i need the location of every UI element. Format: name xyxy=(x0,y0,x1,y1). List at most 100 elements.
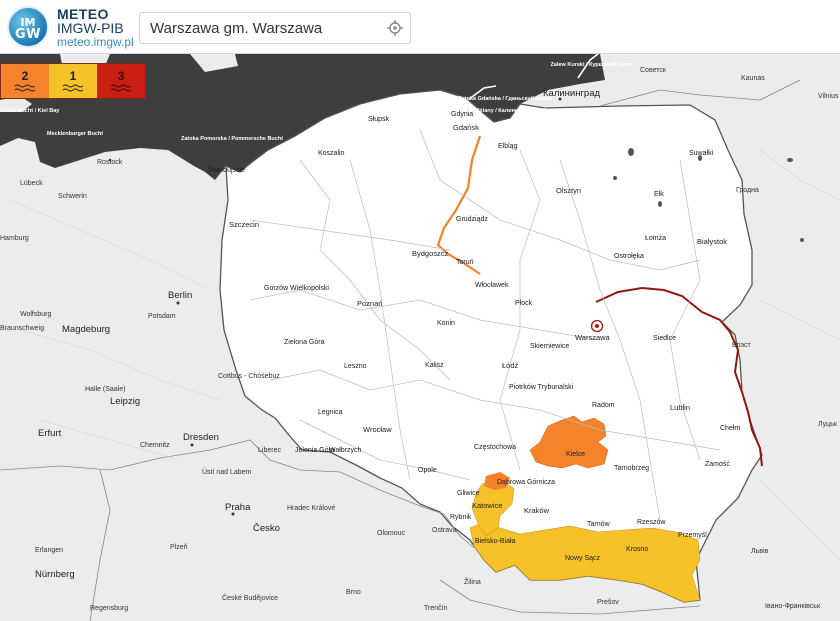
city-lubeck: Lübeck xyxy=(20,180,43,187)
city-opole: Opole xyxy=(418,467,437,474)
city-kaliningrad: Калининград xyxy=(543,88,600,99)
city-erlangen: Erlangen xyxy=(35,547,63,554)
city-czestochowa: Częstochowa xyxy=(474,444,516,451)
warning-legend[interactable]: 2 1 3 xyxy=(0,63,146,99)
city-gdansk: Gdańsk xyxy=(453,123,479,132)
city-olsztyn: Olsztyn xyxy=(556,186,581,195)
city-berlin: Berlin xyxy=(168,290,192,301)
crosshair-icon xyxy=(387,20,403,36)
warnings-map[interactable]: Kieler Bucht / Kiel Bay Mecklenburger Bu… xyxy=(0,53,840,621)
waves-icon xyxy=(14,84,36,92)
city-sovetsk: Советск xyxy=(640,67,667,74)
city-trencin: Trenčín xyxy=(424,605,448,612)
city-ostrava: Ostrava xyxy=(432,527,457,534)
city-kaunas: Kaunas xyxy=(741,75,765,82)
city-slupsk: Słupsk xyxy=(368,116,390,123)
city-tarnow: Tarnów xyxy=(587,521,611,528)
city-regensburg: Regensburg xyxy=(90,605,128,612)
search-value: Warszawa gm. Warszawa xyxy=(150,20,323,37)
city-leipzig: Leipzig xyxy=(110,396,140,407)
sea-label-kurska: Zalew Kurski / Куршский залив xyxy=(551,61,634,68)
city-ostroleka: Ostrołęka xyxy=(614,253,644,260)
city-potsdam: Potsdam xyxy=(148,313,176,320)
legend-level-label: 1 xyxy=(69,69,77,83)
city-koszalin: Koszalin xyxy=(318,150,345,157)
city-radom: Radom xyxy=(592,402,615,409)
city-hradec: Hradec Králové xyxy=(287,505,335,512)
city-lviv: Львів xyxy=(751,547,769,555)
legend-level-label: 3 xyxy=(117,69,125,83)
city-tarnobrzeg: Tarnobrzeg xyxy=(614,465,649,472)
city-brest: Брэст xyxy=(732,342,752,349)
city-gdynia: Gdynia xyxy=(451,111,473,118)
city-wolfsburg: Wolfsburg xyxy=(20,311,51,318)
legend-level-2[interactable]: 2 xyxy=(1,64,49,98)
city-nowy-sacz: Nowy Sącz xyxy=(565,555,601,562)
city-krakow: Kraków xyxy=(524,506,550,515)
city-szczecin: Szczecin xyxy=(229,220,259,229)
city-grudziadz: Grudziądz xyxy=(456,216,488,223)
city-halle: Halle (Saale) xyxy=(85,386,125,393)
city-presov: Prešov xyxy=(597,599,619,606)
city-lublin: Lublin xyxy=(670,403,690,412)
city-bialystok: Białystok xyxy=(697,237,727,246)
city-magdeburg: Magdeburg xyxy=(62,324,110,335)
city-kielce: Kielce xyxy=(566,451,585,458)
location-marker[interactable] xyxy=(590,319,604,333)
city-ivano: Івано-Франківськ xyxy=(765,602,821,610)
city-torun: Toruń xyxy=(456,259,474,266)
city-katowice: Katowice xyxy=(472,501,502,510)
city-budejovice: České Budějovice xyxy=(222,593,278,602)
city-poznan: Poznań xyxy=(357,299,382,308)
city-lutsk: Луцьк xyxy=(818,421,838,428)
imgw-logo[interactable]: IM GW xyxy=(7,6,49,48)
city-zilina: Žilina xyxy=(464,577,481,586)
city-hrodna: Гродна xyxy=(736,187,759,194)
city-vilnius: Vilnius xyxy=(818,93,839,100)
locate-button[interactable] xyxy=(380,13,410,43)
legend-level-label: 2 xyxy=(21,69,29,83)
city-elk: Ełk xyxy=(654,191,664,198)
city-zielona-gora: Zielona Góra xyxy=(284,339,325,346)
city-jelenia: Jelenia Góra xyxy=(295,447,335,454)
city-nurnberg: Nürnberg xyxy=(35,569,75,580)
city-bielsko: Bielsko-Biała xyxy=(475,538,516,545)
city-schwerin: Schwerin xyxy=(58,193,87,200)
city-cesko: Česko xyxy=(253,523,280,534)
city-piotrkow: Piotrków Trybunalski xyxy=(509,384,574,391)
city-warszawa: Warszawa xyxy=(575,333,611,342)
city-plock: Płock xyxy=(515,300,533,307)
city-swinoujscie: Świnoujście xyxy=(208,165,245,174)
city-krosno: Krosno xyxy=(626,546,648,553)
city-rzeszow: Rzeszów xyxy=(637,519,666,526)
sea-label-mecklenburger: Mecklenburger Bucht xyxy=(47,131,103,137)
city-dresden: Dresden xyxy=(183,432,219,443)
city-lomza: Łomża xyxy=(645,235,666,242)
legend-level-1[interactable]: 1 xyxy=(49,64,97,98)
city-erfurt: Erfurt xyxy=(38,428,62,439)
city-plzen: Plzeň xyxy=(170,544,188,551)
city-lodz: Łódź xyxy=(502,361,519,370)
city-przemysl: Przemyśl xyxy=(678,532,707,539)
city-kalisz: Kalisz xyxy=(425,362,444,369)
map-canvas[interactable]: Kieler Bucht / Kiel Bay Mecklenburger Bu… xyxy=(0,53,840,621)
location-search-input[interactable]: Warszawa gm. Warszawa xyxy=(139,12,411,44)
city-gorzow: Gorzów Wielkopolski xyxy=(264,285,329,292)
brand-url: meteo.imgw.pl xyxy=(57,35,134,49)
city-zamosc: Zamość xyxy=(705,461,730,468)
city-konin: Konin xyxy=(437,320,455,327)
city-chelm: Chełm xyxy=(720,425,740,432)
brand-block[interactable]: METEO IMGW-PIB meteo.imgw.pl xyxy=(57,7,134,49)
city-brno: Brno xyxy=(346,589,361,596)
sea-label-gdanska: Zatoka Gdańska / Гданьский залив xyxy=(458,95,552,102)
city-elblag: Elbląg xyxy=(498,143,518,150)
city-liberec: Liberec xyxy=(258,447,281,454)
city-hamburg: Hamburg xyxy=(0,235,29,242)
city-praha: Praha xyxy=(225,502,251,513)
city-legnica: Legnica xyxy=(318,409,343,416)
city-bydgoszcz: Bydgoszcz xyxy=(412,249,449,258)
legend-level-3[interactable]: 3 xyxy=(97,64,145,98)
sea-label-pomorska: Zatoka Pomorska / Pommersche Bucht xyxy=(181,136,283,142)
brand-subtitle: IMGW-PIB xyxy=(57,20,124,36)
city-olomouc: Olomouc xyxy=(377,530,406,537)
